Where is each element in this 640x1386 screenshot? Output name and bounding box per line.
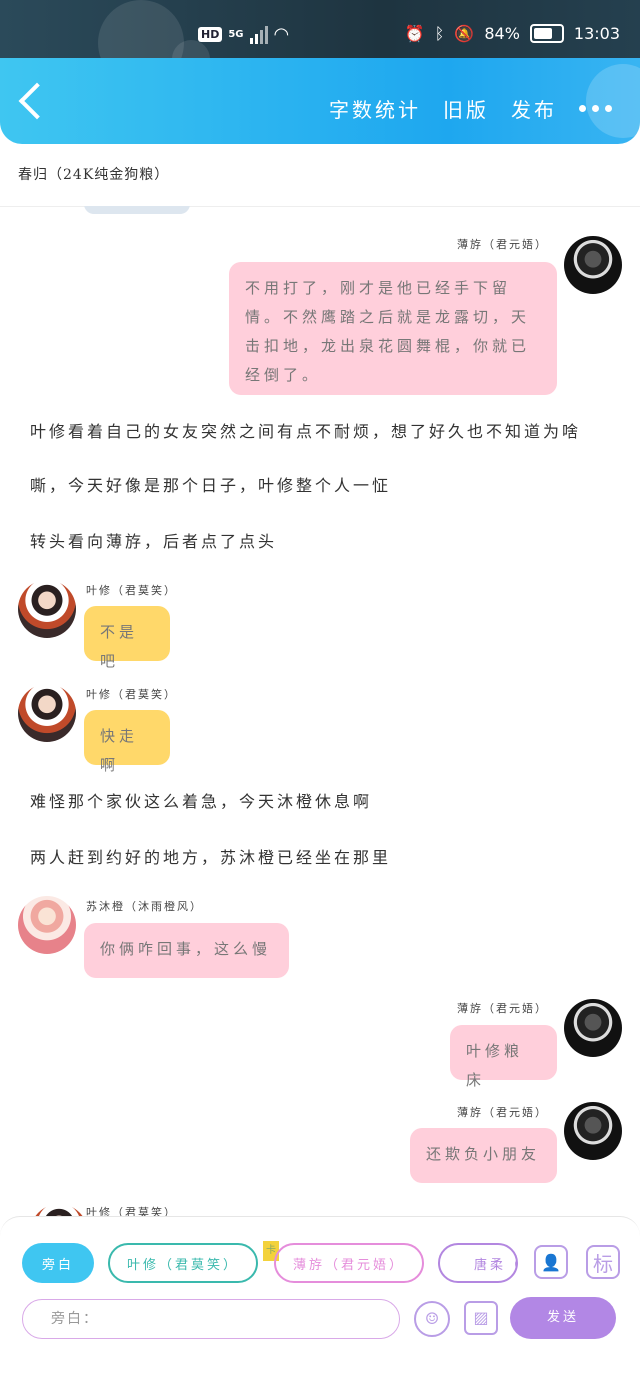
battery-icon — [529, 24, 564, 43]
role-manage-icon[interactable]: 👤 — [534, 1245, 568, 1279]
avatar[interactable] — [18, 580, 76, 638]
sender-name: 薄斿（君元娪） — [457, 238, 548, 251]
avatar[interactable] — [18, 896, 76, 954]
gesture-bar-area — [0, 1346, 640, 1386]
story-title-bar: 春归（24K纯金狗粮） — [0, 150, 640, 207]
message-bubble-left[interactable]: 快走啊 — [84, 710, 170, 774]
network-type: 5G — [228, 29, 244, 40]
sender-name: 叶修（君莫笑） — [86, 1206, 177, 1216]
old-version-button[interactable]: 旧版 — [443, 94, 489, 123]
send-button[interactable]: 发送 — [510, 1297, 616, 1339]
sender-name: 苏沐橙（沐雨橙风） — [86, 900, 203, 913]
message-bubble-right[interactable]: 不用打了，刚才是他已经手下留情。不然鹰踏之后就是龙露切，天击扣地，龙出泉花圆舞棍… — [229, 262, 557, 395]
header-actions: 字数统计 旧版 发布 — [329, 94, 612, 123]
sender-name: 薄斿（君元娪） — [457, 1002, 548, 1015]
more-horizontal-icon[interactable] — [579, 105, 612, 112]
publish-button[interactable]: 发布 — [511, 94, 557, 123]
chat-list[interactable]: 薄斿（君元娪） 不用打了，刚才是他已经手下留情。不然鹰踏之后就是龙露切，天击扣地… — [0, 206, 640, 1216]
avatar[interactable] — [564, 999, 622, 1057]
message-bubble-left[interactable]: 你俩咋回事，这么慢 — [84, 923, 289, 978]
clock: 13:03 — [573, 24, 620, 43]
role-ye-xiu-button[interactable]: 叶修（君莫笑） — [108, 1243, 258, 1283]
avatar[interactable] — [18, 684, 76, 742]
hd-badge: HD — [198, 27, 223, 42]
story-title[interactable]: 春归（24K纯金狗粮） — [18, 164, 169, 184]
avatar[interactable] — [564, 1102, 622, 1160]
role-tang-rou-button[interactable]: 唐柔（寒 — [438, 1243, 518, 1283]
narration-text[interactable]: 难怪那个家伙这么着急，今天沐橙休息啊 — [30, 788, 372, 812]
role-bo-you-button[interactable]: 薄斿（君元娪） — [274, 1243, 424, 1283]
narration-text[interactable]: 嘶，今天好像是那个日子，叶修整个人一怔 — [30, 472, 391, 496]
system-indicators: ⏰ ᛒ 🔕 84% 13:03 — [405, 24, 620, 43]
narration-text[interactable]: 两人赶到约好的地方，苏沐橙已经坐在那里 — [30, 844, 391, 868]
image-icon[interactable]: ▨ — [464, 1301, 498, 1335]
narration-text[interactable]: 叶修看着自己的女友突然之间有点不耐烦，想了好久也不知道为啥 — [30, 418, 581, 442]
network-indicators: HD 5G ◠ — [198, 24, 289, 45]
message-bubble-right[interactable]: 还欺负小朋友 — [410, 1128, 557, 1183]
back-chevron-icon[interactable] — [18, 82, 56, 120]
sender-name: 叶修（君莫笑） — [86, 688, 177, 701]
signal-icon — [249, 25, 268, 44]
app-header: 字数统计 旧版 发布 — [0, 58, 640, 144]
tag-icon[interactable]: 标 — [586, 1245, 620, 1279]
alarm-icon: ⏰ — [404, 24, 425, 43]
avatar[interactable] — [30, 1204, 88, 1216]
wifi-icon: ◠ — [273, 24, 290, 45]
battery-percent: 84% — [484, 24, 520, 43]
role-narration-button[interactable]: 旁白 — [22, 1243, 94, 1283]
narration-text[interactable]: 转头看向薄斿，后者点了点头 — [30, 528, 277, 552]
mute-icon: 🔕 — [454, 24, 475, 43]
emoji-icon[interactable]: ☺ — [414, 1301, 450, 1337]
message-input[interactable]: 旁白： — [22, 1299, 400, 1339]
avatar[interactable] — [564, 236, 622, 294]
message-bubble-right[interactable]: 叶修粮床 — [450, 1025, 557, 1089]
sender-name: 叶修（君莫笑） — [86, 584, 177, 597]
sender-name: 薄斿（君元娪） — [457, 1106, 548, 1119]
word-count-button[interactable]: 字数统计 — [329, 94, 421, 123]
bluetooth-icon: ᛒ — [434, 24, 445, 43]
previous-bubble-stub — [84, 206, 190, 214]
composer-panel: 旁白 叶修（君莫笑） 卡 薄斿（君元娪） 唐柔（寒 👤 标 旁白： ☺ ▨ 发送 — [0, 1216, 640, 1347]
message-bubble-left[interactable]: 不是吧 — [84, 606, 170, 670]
